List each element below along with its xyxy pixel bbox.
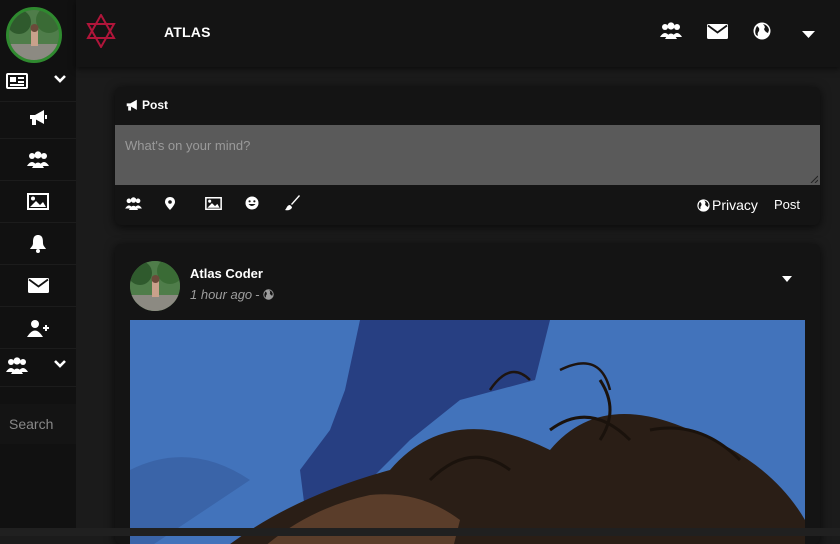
sidebar-search[interactable]: Search [0, 404, 76, 444]
sidebar-avatar[interactable] [6, 7, 62, 63]
post-textarea[interactable]: What's on your mind? [115, 125, 820, 185]
smile-icon[interactable] [245, 195, 285, 211]
sidebar-item-photos[interactable] [0, 181, 76, 223]
post-meta-separator: - [255, 287, 260, 302]
composer-heading: Post [125, 98, 168, 112]
globe-icon [697, 198, 710, 212]
envelope-icon[interactable] [707, 24, 728, 39]
caret-down-icon[interactable] [802, 31, 815, 39]
privacy-button[interactable]: Privacy [697, 197, 758, 213]
post-photo[interactable] [130, 320, 805, 544]
user-plus-icon [27, 319, 49, 337]
app-title[interactable]: ATLAS [164, 24, 211, 40]
tag-friends-icon[interactable] [125, 195, 165, 211]
envelope-icon [27, 278, 49, 293]
users-icon [27, 151, 49, 168]
bell-icon [29, 234, 47, 253]
post-options-caret-icon[interactable] [782, 276, 792, 282]
globe-icon [262, 289, 274, 300]
megaphone-icon [125, 99, 140, 112]
map-pin-icon[interactable] [165, 195, 205, 211]
sidebar-item-groups[interactable] [0, 139, 76, 181]
sidebar-item-notifications[interactable] [0, 223, 76, 265]
chevron-down-icon[interactable] [54, 360, 66, 368]
post-composer: Post What's on your mind? Privacy Post [115, 87, 820, 225]
newspaper-icon [6, 72, 28, 89]
post-author-name[interactable]: Atlas Coder [190, 266, 263, 281]
image-icon [27, 193, 49, 210]
star-of-david-logo-icon[interactable] [86, 14, 116, 48]
composer-heading-label: Post [142, 98, 169, 112]
sidebar: Search [0, 0, 76, 536]
feed-post: Atlas Coder 1 hour ago - [115, 244, 820, 544]
post-textarea-placeholder: What's on your mind? [125, 138, 251, 153]
users-icon [6, 357, 28, 374]
brush-icon[interactable] [285, 195, 325, 211]
sidebar-item-communities[interactable] [0, 345, 76, 387]
post-meta: 1 hour ago - [190, 287, 274, 302]
sidebar-item-news[interactable] [0, 60, 76, 102]
resize-grip-icon[interactable] [810, 175, 818, 183]
sidebar-item-add-friend[interactable] [0, 307, 76, 349]
post-button[interactable]: Post [774, 197, 800, 212]
top-header: ATLAS [76, 0, 840, 67]
post-author-avatar[interactable] [130, 261, 180, 311]
image-icon[interactable] [205, 195, 245, 211]
sidebar-item-announcements[interactable] [0, 97, 76, 139]
chevron-down-icon[interactable] [54, 75, 66, 83]
globe-icon[interactable] [753, 22, 771, 40]
megaphone-icon [28, 109, 48, 127]
users-icon[interactable] [660, 22, 682, 39]
composer-toolbar [125, 195, 325, 211]
post-timestamp[interactable]: 1 hour ago [190, 287, 252, 302]
bottom-bar [0, 528, 840, 536]
privacy-label: Privacy [712, 197, 758, 213]
sidebar-item-messages[interactable] [0, 265, 76, 307]
